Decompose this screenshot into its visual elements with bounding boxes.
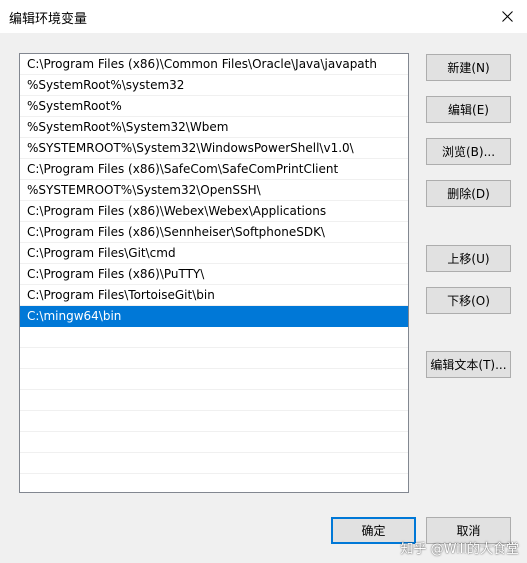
list-item[interactable]: C:\Program Files (x86)\PuTTY\ [20,264,408,285]
list-item[interactable]: C:\Program Files (x86)\Webex\Webex\Appli… [20,201,408,222]
delete-button[interactable]: 删除(D) [426,180,511,207]
list-item[interactable]: C:\Program Files\Git\cmd [20,243,408,264]
path-list[interactable]: C:\Program Files (x86)\Common Files\Orac… [19,53,409,493]
watermark: 知乎 @Will的大食堂 [400,542,519,557]
title-bar: 编辑环境变量 [0,0,527,33]
list-item[interactable] [20,432,408,453]
list-item[interactable]: C:\mingw64\bin [20,306,408,327]
browse-button[interactable]: 浏览(B)... [426,138,511,165]
list-item[interactable]: C:\Program Files (x86)\Common Files\Orac… [20,54,408,75]
list-item[interactable] [20,453,408,474]
list-item[interactable]: %SystemRoot% [20,96,408,117]
list-item[interactable] [20,474,408,492]
list-item[interactable] [20,390,408,411]
list-item[interactable]: C:\Program Files (x86)\Sennheiser\Softph… [20,222,408,243]
list-item[interactable] [20,327,408,348]
edit-button[interactable]: 编辑(E) [426,96,511,123]
close-button[interactable] [487,0,527,33]
close-icon [501,11,513,22]
list-item[interactable] [20,348,408,369]
list-item[interactable]: %SystemRoot%\system32 [20,75,408,96]
list-item[interactable] [20,369,408,390]
list-item[interactable]: %SYSTEMROOT%\System32\OpenSSH\ [20,180,408,201]
edit-text-button[interactable]: 编辑文本(T)... [426,351,511,378]
edit-env-variable-dialog: 编辑环境变量 C:\Program Files (x86)\Common Fil… [0,0,527,563]
list-item[interactable]: C:\Program Files (x86)\SafeCom\SafeComPr… [20,159,408,180]
list-item[interactable]: %SystemRoot%\System32\Wbem [20,117,408,138]
list-item[interactable]: C:\Program Files\TortoiseGit\bin [20,285,408,306]
window-title: 编辑环境变量 [9,12,88,27]
list-item[interactable] [20,411,408,432]
new-button[interactable]: 新建(N) [426,54,511,81]
move-up-button[interactable]: 上移(U) [426,245,511,272]
list-item[interactable]: %SYSTEMROOT%\System32\WindowsPowerShell\… [20,138,408,159]
move-down-button[interactable]: 下移(O) [426,287,511,314]
